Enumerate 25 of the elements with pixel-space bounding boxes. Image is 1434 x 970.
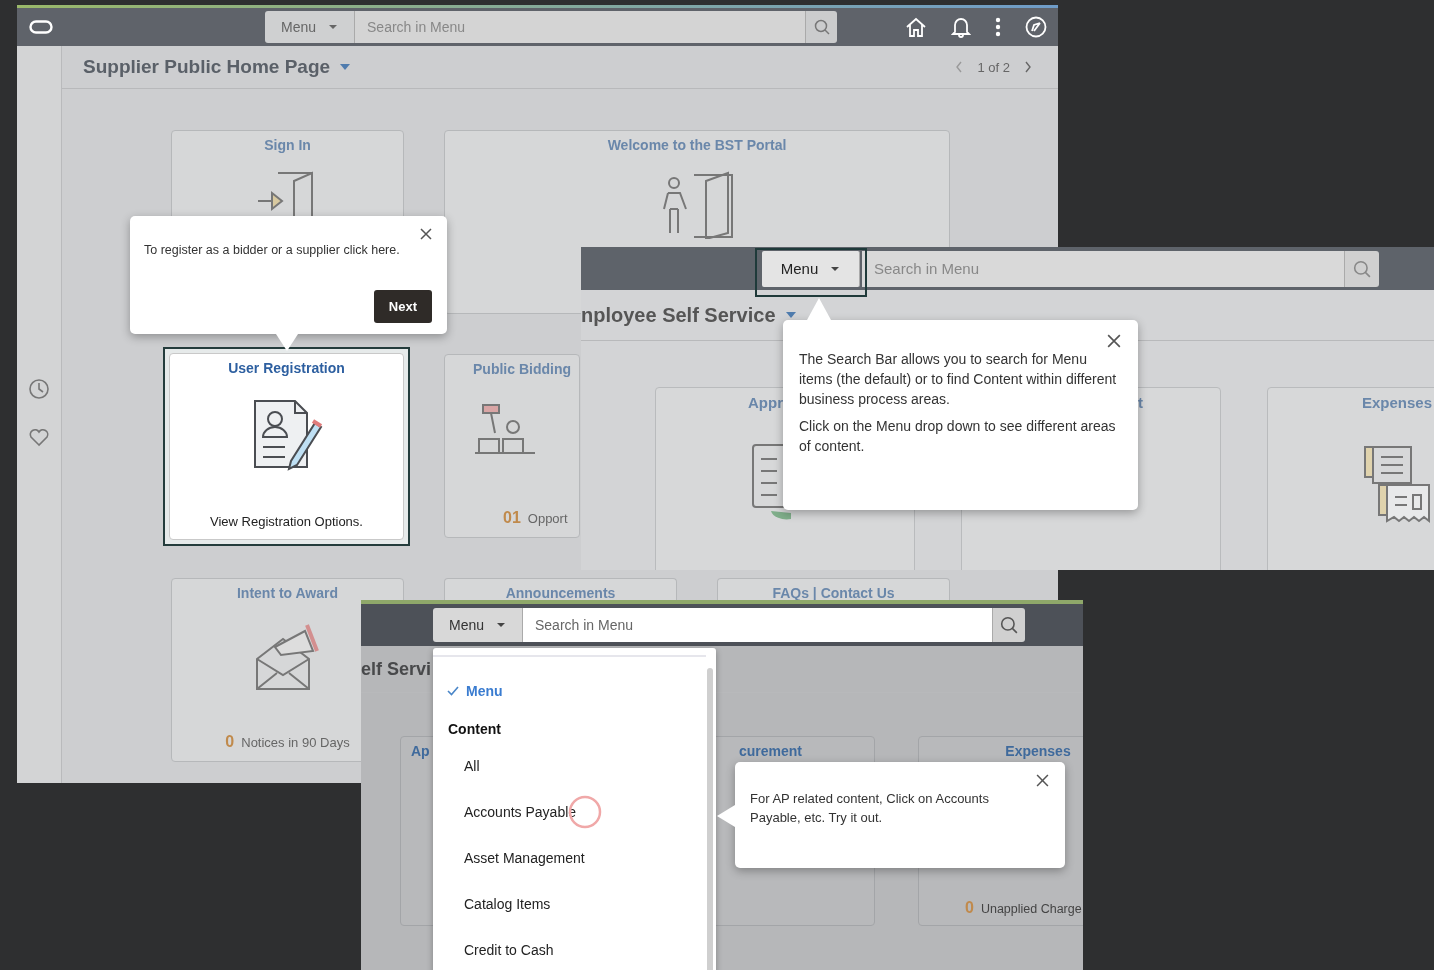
tile-title: Intent to Award	[236, 585, 339, 601]
tile-count: 01	[503, 509, 521, 527]
page-counter: 1 of 2	[977, 59, 1010, 75]
tile-title: Appr	[748, 394, 783, 411]
tile-title: Welcome to the BST Portal	[607, 137, 787, 153]
menu-group-heading: Content	[447, 720, 502, 739]
tile-description: View Registration Options.	[210, 514, 363, 529]
tile-title: User Registration	[228, 360, 345, 376]
tile-title: Public Bidding	[473, 361, 571, 377]
tooltip-text: The Search Bar allows you to search for Menu items (the default) or to find Content within different business process areas.	[799, 350, 1118, 409]
tile-title: Sign In	[264, 137, 311, 153]
tile-title: Announcements	[505, 585, 616, 601]
tooltip-text: Click on the Menu drop down to see different areas of content.	[799, 417, 1117, 456]
tile-title: curement	[737, 742, 803, 759]
tile-count-label: Notices in 90 Days	[241, 735, 350, 750]
tile-title: Expenses	[1362, 394, 1433, 411]
tile-count: 0	[965, 899, 974, 917]
tile-title: t	[1138, 394, 1143, 411]
tooltip-text: For AP related content, Click on Accounts Payable, etc. Try it out.	[750, 790, 990, 827]
tile-title: Ap	[410, 742, 431, 759]
tooltip-text: To register as a bidder or a supplier click here.	[144, 243, 401, 257]
tile-count-label: Opport	[527, 511, 568, 526]
tile-count-label: Unapplied Charge	[980, 902, 1082, 916]
tile-count: 0	[225, 733, 235, 751]
tile-title: Expenses	[1004, 742, 1072, 759]
